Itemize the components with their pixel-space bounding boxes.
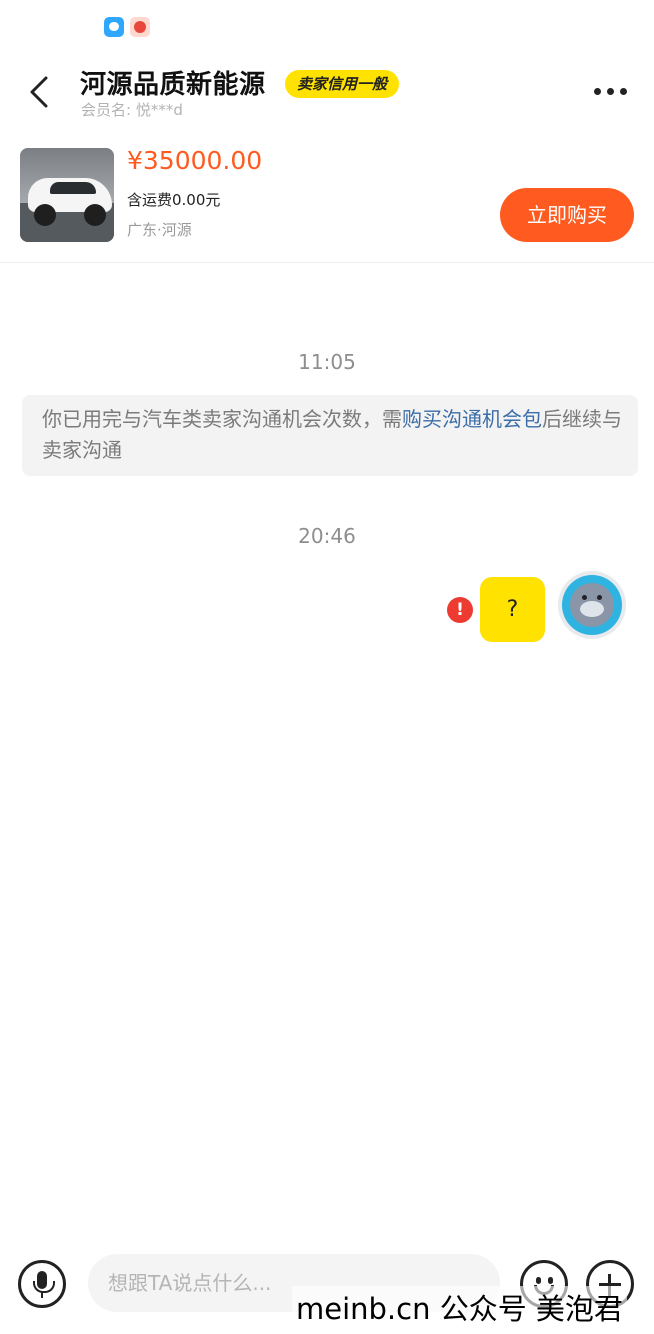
chat-header: 河源品质新能源 卖家信用一般 会员名: 悦***d bbox=[0, 52, 654, 132]
product-location: 广东·河源 bbox=[127, 221, 192, 239]
buy-now-button[interactable]: 立即购买 bbox=[500, 188, 634, 242]
buy-chance-pack-link[interactable]: 购买沟通机会包 bbox=[402, 407, 542, 431]
emoji-icon bbox=[536, 1277, 541, 1284]
shipping-fee: 含运费0.00元 bbox=[127, 191, 221, 209]
timestamp: 11:05 bbox=[298, 350, 356, 374]
product-price: ¥35000.00 bbox=[127, 146, 263, 175]
avatar[interactable] bbox=[558, 571, 626, 639]
back-button[interactable] bbox=[20, 70, 60, 114]
timestamp: 20:46 bbox=[298, 524, 356, 548]
watermark: meinb.cn 公众号 美泡君 bbox=[292, 1286, 627, 1328]
product-thumbnail[interactable] bbox=[20, 148, 114, 242]
chevron-left-icon bbox=[30, 76, 48, 108]
credit-badge: 卖家信用一般 bbox=[285, 70, 400, 98]
message-bubble[interactable]: ? bbox=[480, 577, 545, 642]
more-button[interactable] bbox=[588, 78, 632, 104]
send-failed-icon[interactable]: ! bbox=[447, 597, 473, 623]
status-bar bbox=[0, 0, 654, 52]
chat-app-icon bbox=[104, 17, 124, 37]
taobao-app-icon bbox=[130, 17, 150, 37]
notice-text: 你已用完与汽车类卖家沟通机会次数，需 bbox=[42, 407, 402, 431]
product-card[interactable]: ¥35000.00 含运费0.00元 广东·河源 立即购买 bbox=[0, 132, 654, 263]
seller-name: 河源品质新能源 bbox=[80, 70, 266, 100]
member-name: 会员名: 悦***d bbox=[81, 101, 183, 119]
voice-button[interactable] bbox=[18, 1260, 66, 1308]
system-notice: 你已用完与汽车类卖家沟通机会次数，需购买沟通机会包后继续与卖家沟通 bbox=[22, 395, 638, 476]
more-dots-icon bbox=[594, 88, 601, 95]
